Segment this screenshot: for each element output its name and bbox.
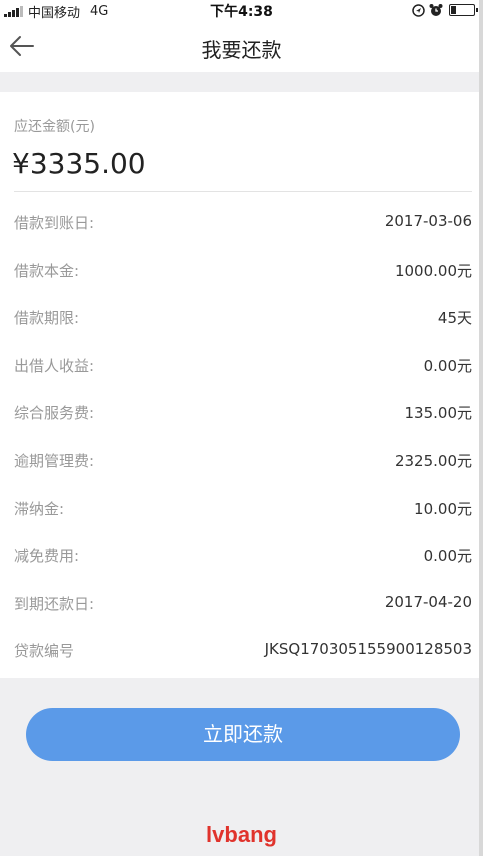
page-title: 我要还款 <box>201 38 282 62</box>
detail-value: 2325.00元 <box>394 451 472 470</box>
detail-label: 逾期管理费: <box>14 451 95 470</box>
detail-row-loan-number: 贷款编号 JKSQ170305155900128503 <box>0 626 483 674</box>
status-time: 下午4:38 <box>210 4 273 20</box>
detail-row-lender-earnings: 出借人收益: 0.00元 <box>0 341 483 389</box>
detail-value: JKSQ170305155900128503 <box>264 640 472 659</box>
detail-value: 2017-04-20 <box>384 592 472 611</box>
detail-row-waived-fee: 减免费用: 0.00元 <box>0 531 483 579</box>
detail-value: 2017-03-06 <box>384 212 472 230</box>
alarm-icon <box>429 4 443 16</box>
details-list: 借款到账日: 2017-03-06 借款本金: 1000.00元 借款期限: 4… <box>0 198 483 674</box>
detail-label: 综合服务费: <box>14 404 95 423</box>
screen-edge <box>479 0 483 856</box>
detail-label: 出借人收益: <box>14 356 95 375</box>
detail-label: 减免费用: <box>14 547 80 566</box>
detail-row-service-fee: 综合服务费: 135.00元 <box>0 388 483 436</box>
detail-row-due-date: 到期还款日: 2017-04-20 <box>0 579 483 627</box>
detail-label: 贷款编号 <box>14 642 75 661</box>
amount-value: ¥3335.00 <box>12 147 146 180</box>
detail-value: 0.00元 <box>423 356 472 375</box>
location-icon <box>412 3 425 17</box>
detail-label: 滞纳金: <box>14 499 65 518</box>
detail-row-disbursement-date: 借款到账日: 2017-03-06 <box>0 198 483 246</box>
detail-row-overdue-fee: 逾期管理费: 2325.00元 <box>0 436 483 484</box>
status-bar: 中国移动 4G 下午4:38 <box>0 0 483 21</box>
detail-row-principal: 借款本金: 1000.00元 <box>0 246 483 294</box>
repayment-card: 应还金额(元) ¥3335.00 借款到账日: 2017-03-06 借款本金:… <box>0 92 483 678</box>
divider <box>14 191 472 192</box>
detail-label: 借款本金: <box>14 261 80 280</box>
battery-icon <box>449 4 478 16</box>
footer-area: 立即还款 lvbang <box>0 678 483 856</box>
repay-now-button[interactable]: 立即还款 <box>26 708 460 761</box>
detail-value: 10.00元 <box>414 499 472 518</box>
detail-value: 135.00元 <box>404 404 473 423</box>
detail-label: 借款到账日: <box>14 214 95 232</box>
detail-value: 45天 <box>437 309 472 328</box>
status-right <box>412 3 478 17</box>
watermark-text: lvbang <box>206 822 277 847</box>
nav-bar: 我要还款 <box>0 20 483 72</box>
section-gap <box>0 72 483 92</box>
detail-label: 到期还款日: <box>14 594 95 613</box>
amount-label: 应还金额(元) <box>14 119 95 135</box>
detail-row-late-fee: 滞纳金: 10.00元 <box>0 484 483 532</box>
detail-label: 借款期限: <box>14 309 80 328</box>
detail-value: 0.00元 <box>423 547 472 566</box>
detail-row-term: 借款期限: 45天 <box>0 293 483 341</box>
detail-value: 1000.00元 <box>394 261 472 280</box>
